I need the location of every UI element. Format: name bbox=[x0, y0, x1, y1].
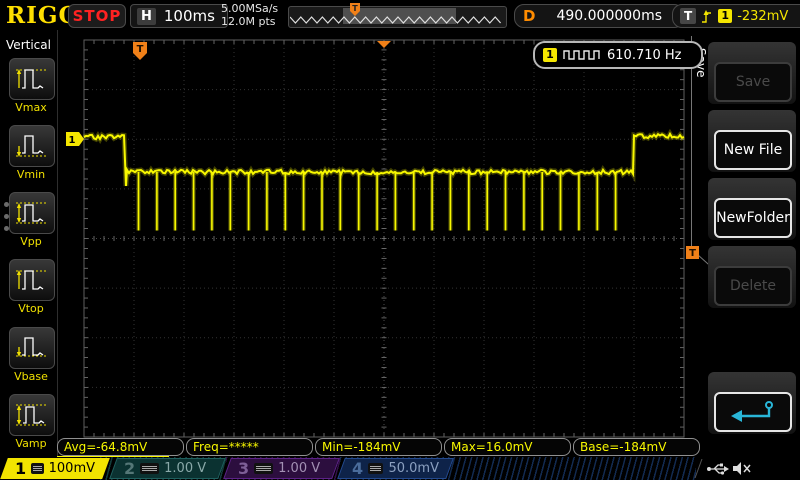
ch3-coupling-icon bbox=[254, 463, 273, 474]
softkey-new-file[interactable]: New File bbox=[708, 110, 796, 172]
memory-trigger-flag-icon: T bbox=[349, 2, 361, 17]
measurement-min[interactable]: Min=-184mV bbox=[315, 438, 442, 456]
vpp-icon bbox=[14, 199, 50, 227]
softkey-save[interactable]: Save bbox=[708, 42, 796, 104]
channel3-status[interactable]: 3 1.00 V bbox=[223, 458, 340, 479]
softkey-back-button[interactable] bbox=[714, 392, 792, 432]
menu-item-label: Vtop bbox=[9, 302, 53, 315]
vmax-icon bbox=[14, 65, 50, 93]
softkey-new-folder[interactable]: NewFolder bbox=[708, 178, 796, 240]
memory-waveform-icon bbox=[290, 8, 505, 26]
menu-item-vbase[interactable]: Vbase bbox=[9, 327, 53, 383]
speaker-muted-icon bbox=[732, 461, 752, 476]
acquisition-info: 5.00MSa/s 12.0M pts bbox=[221, 2, 278, 28]
menu-page-dot bbox=[4, 202, 9, 207]
menu-item-label: Vamp bbox=[9, 437, 53, 450]
menu-item-vmax[interactable]: Vmax bbox=[9, 58, 53, 114]
softkey-back[interactable] bbox=[708, 372, 796, 434]
memory-depth: 12.0M pts bbox=[221, 15, 278, 28]
horizontal-timebase-box[interactable]: H 100ms bbox=[130, 4, 228, 28]
softkey-save-label: Save bbox=[714, 62, 792, 102]
save-tab-border-diagonal bbox=[690, 248, 709, 265]
menu-item-label: Vmax bbox=[9, 101, 53, 114]
usb-icon bbox=[706, 462, 730, 476]
softkey-delete[interactable]: Delete bbox=[708, 246, 796, 308]
trigger-status-box[interactable]: T 1 -232mV bbox=[672, 4, 800, 28]
menu-item-label: Vmin bbox=[9, 168, 53, 181]
channel3-scale: 1.00 V bbox=[278, 461, 320, 476]
left-menu-title: Vertical bbox=[0, 38, 57, 52]
measurement-avg[interactable]: Avg=-64.8mV bbox=[57, 438, 184, 456]
channel4-status[interactable]: 4 50.0mV bbox=[337, 458, 454, 479]
waveform-display: 1 T T bbox=[0, 0, 800, 480]
measurement-freq[interactable]: Freq=***** bbox=[186, 438, 313, 456]
square-wave-icon bbox=[563, 49, 601, 61]
channel1-status[interactable]: 1 100mV bbox=[0, 458, 110, 479]
memory-position-bar[interactable]: T bbox=[288, 6, 507, 28]
ch4-coupling-icon bbox=[368, 463, 383, 474]
trigger-level-value: -232mV bbox=[737, 9, 788, 24]
svg-text:T: T bbox=[137, 44, 144, 55]
run-stop-status[interactable]: STOP bbox=[68, 4, 126, 28]
channel4-number: 4 bbox=[352, 459, 363, 478]
measurement-base[interactable]: Base=-184mV bbox=[573, 438, 700, 456]
channel3-number: 3 bbox=[238, 459, 249, 478]
menu-item-vpp[interactable]: Vpp bbox=[9, 192, 53, 248]
trigger-slope-rising-icon bbox=[701, 9, 713, 24]
menu-item-label: Vpp bbox=[9, 235, 53, 248]
sample-rate: 5.00MSa/s bbox=[221, 2, 278, 15]
d-label: D bbox=[523, 7, 535, 25]
channel2-status[interactable]: 2 1.00 V bbox=[109, 458, 226, 479]
channel4-scale: 50.0mV bbox=[388, 461, 439, 476]
ch1-coupling-icon bbox=[31, 463, 43, 474]
ch2-coupling-icon bbox=[140, 463, 159, 474]
menu-item-label: Vbase bbox=[9, 370, 53, 383]
softkey-delete-label: Delete bbox=[714, 266, 792, 306]
timebase-value: 100ms bbox=[164, 7, 215, 25]
left-measure-menu: Vertical Vmax Vmin Vpp bbox=[0, 30, 58, 480]
vbase-icon bbox=[14, 334, 50, 362]
h-label: H bbox=[137, 8, 156, 25]
vtop-icon bbox=[14, 266, 50, 294]
trigger-source-badge: 1 bbox=[718, 9, 732, 23]
softkey-new-file-label: New File bbox=[714, 130, 792, 170]
channel-status-bar: 1 100mV 2 1.00 V 3 1.00 V 4 50.0mV bbox=[0, 457, 800, 480]
menu-page-dot bbox=[4, 226, 9, 231]
channel2-scale: 1.00 V bbox=[164, 461, 206, 476]
delay-readout-box[interactable]: D 490.000000ms bbox=[514, 4, 684, 28]
frequency-counter-box: 1 610.710 Hz bbox=[533, 41, 703, 69]
svg-text:T: T bbox=[352, 4, 358, 13]
menu-item-vtop[interactable]: Vtop bbox=[9, 259, 53, 315]
measurement-max[interactable]: Max=16.0mV bbox=[444, 438, 571, 456]
channel2-number: 2 bbox=[124, 459, 135, 478]
channel1-number: 1 bbox=[15, 459, 26, 478]
svg-text:1: 1 bbox=[69, 135, 76, 146]
channel1-scale: 100mV bbox=[49, 461, 95, 476]
frequency-value: 610.710 Hz bbox=[607, 48, 682, 63]
softkey-new-folder-label: NewFolder bbox=[714, 198, 792, 238]
vamp-icon bbox=[14, 401, 50, 429]
menu-item-vmin[interactable]: Vmin bbox=[9, 125, 53, 181]
t-label: T bbox=[680, 8, 696, 24]
vmin-icon bbox=[14, 132, 50, 160]
freq-counter-channel-badge: 1 bbox=[543, 48, 557, 62]
return-arrow-icon bbox=[725, 399, 781, 425]
menu-page-dot bbox=[4, 214, 9, 219]
delay-value: 490.000000ms bbox=[543, 8, 675, 24]
menu-item-vamp[interactable]: Vamp bbox=[9, 394, 53, 450]
